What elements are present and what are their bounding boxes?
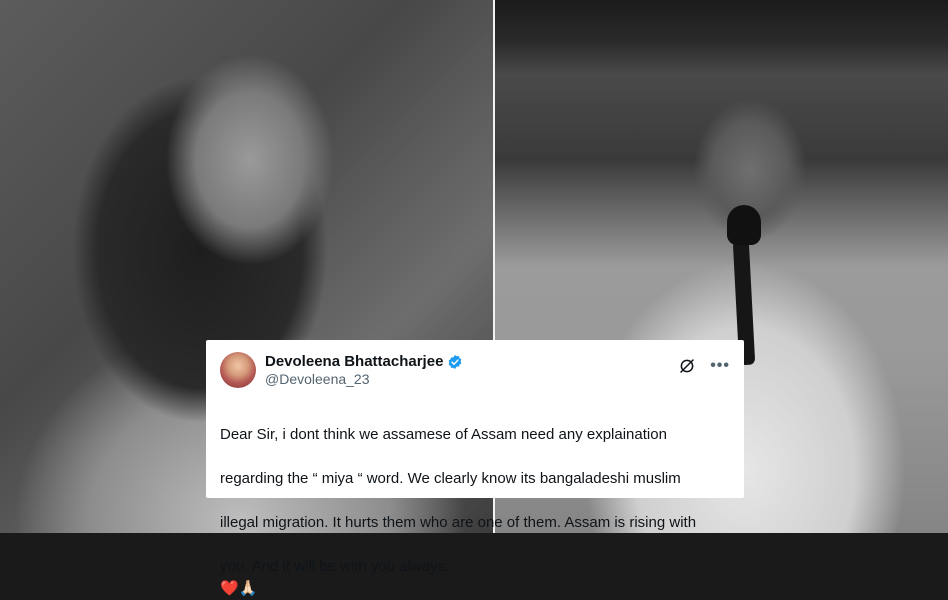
tweet-line-2: regarding the “ miya “ word. We clearly … — [220, 470, 681, 487]
more-options-icon[interactable]: ••• — [710, 358, 730, 374]
user-handle[interactable]: @Devoleena_23 — [265, 371, 463, 387]
grok-icon[interactable] — [678, 357, 696, 375]
heart-emoji-icon: ❤️ — [220, 580, 239, 597]
display-name[interactable]: Devoleena Bhattacharjee — [265, 353, 443, 370]
name-row: Devoleena Bhattacharjee — [265, 353, 463, 370]
header-actions: ••• — [678, 357, 730, 375]
avatar[interactable] — [220, 352, 256, 388]
tweet-line-1: Dear Sir, i dont think we assamese of As… — [220, 426, 667, 443]
tweet-line-4: you. And it will be with you always. — [220, 558, 450, 575]
pray-emoji-icon: 🙏🏻 — [238, 580, 258, 597]
verified-badge-icon — [449, 354, 462, 369]
author-info: Devoleena Bhattacharjee @Devoleena_23 — [265, 353, 463, 387]
tweet-text: Dear Sir, i dont think we assamese of As… — [220, 402, 730, 600]
tweet-card[interactable]: Devoleena Bhattacharjee @Devoleena_23 ••… — [206, 340, 744, 597]
tweet-header: Devoleena Bhattacharjee @Devoleena_23 ••… — [220, 352, 730, 388]
microphone-icon — [727, 205, 761, 245]
tweet-line-3: illegal migration. It hurts them who are… — [220, 514, 697, 531]
